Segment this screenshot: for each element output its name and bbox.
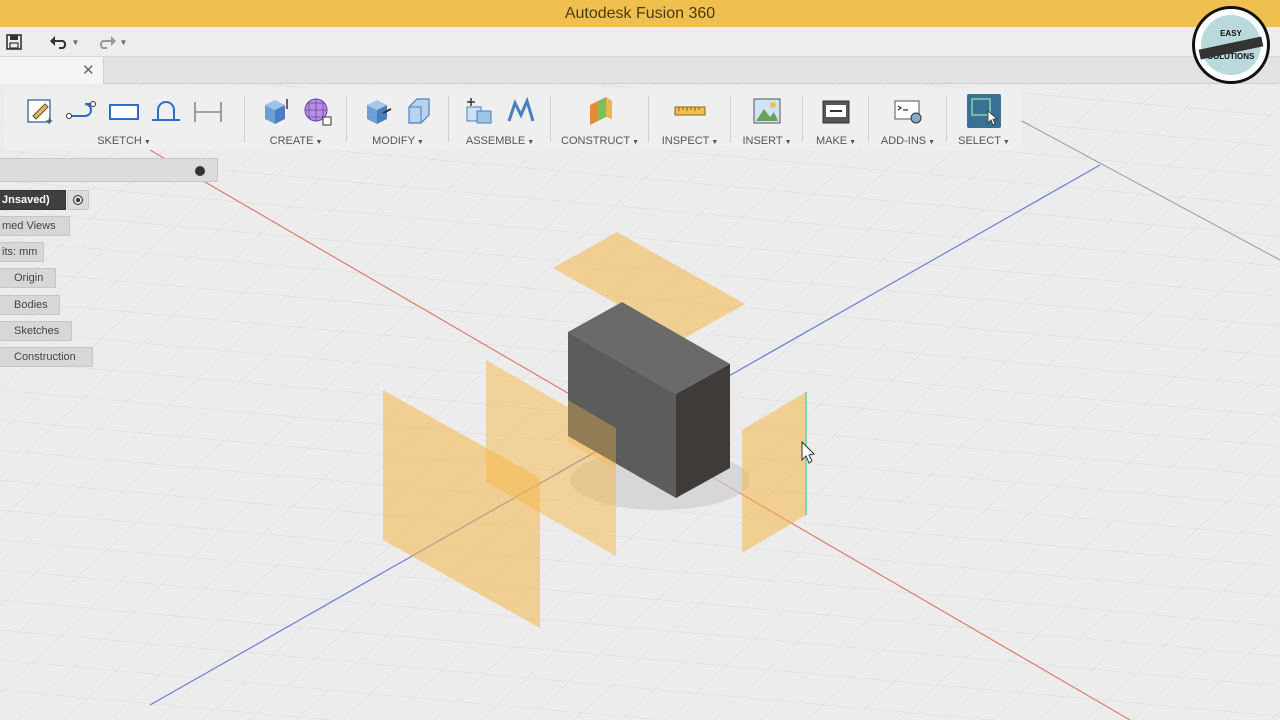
chevron-down-icon: ▼	[71, 37, 80, 47]
toolbar-label-create: CREATE ▼	[269, 135, 323, 147]
toolbar-separator	[648, 96, 649, 142]
box-icon[interactable]	[258, 94, 292, 128]
browser-item-bodies[interactable]: Bodies	[0, 295, 60, 315]
toolbar-label-select: SELECT ▼	[958, 135, 1010, 147]
insert-image-icon[interactable]	[750, 94, 784, 128]
pin-icon[interactable]	[195, 166, 205, 176]
logo-badge: EASY SOLUTIONS	[1198, 15, 1264, 75]
offset-plane-icon[interactable]	[583, 94, 617, 128]
browser-item-construction[interactable]: Construction	[0, 347, 93, 367]
svg-text:+: +	[45, 116, 53, 126]
undo-button[interactable]: ▼	[46, 31, 82, 53]
main-toolbar: + SKETCH ▼ CREATE ▼ MODIFY ▼ ASSEMBLE ▼ …	[4, 88, 1022, 150]
new-component-icon[interactable]	[462, 94, 496, 128]
toolbar-group-insert[interactable]: INSERT ▼	[734, 88, 800, 150]
browser-panel-header[interactable]	[0, 158, 218, 182]
toolbar-label-sketch: SKETCH ▼	[97, 135, 151, 147]
toolbar-group-create[interactable]: CREATE ▼	[248, 88, 344, 150]
toolbar-label-assemble: ASSEMBLE ▼	[465, 135, 535, 147]
toolbar-group-sketch[interactable]: + SKETCH ▼	[8, 88, 240, 150]
toolbar-group-assemble[interactable]: ASSEMBLE ▼	[452, 88, 548, 150]
joint-icon[interactable]	[504, 94, 538, 128]
undo-icon	[49, 36, 66, 49]
channel-logo: EASY SOLUTIONS	[1192, 6, 1270, 84]
toolbar-group-select[interactable]: SELECT ▼	[950, 88, 1018, 150]
toolbar-separator	[448, 96, 449, 142]
fillet-icon[interactable]	[402, 94, 436, 128]
chevron-down-icon: ▼	[119, 37, 128, 47]
browser-root-node[interactable]: Jnsaved)	[0, 190, 66, 210]
activate-radio-button[interactable]	[67, 190, 89, 210]
rectangle-icon[interactable]	[107, 94, 141, 128]
browser-item-origin[interactable]: Origin	[0, 268, 56, 288]
line-icon[interactable]	[65, 94, 99, 128]
document-tab[interactable]: ✕	[0, 57, 104, 84]
toolbar-group-inspect[interactable]: INSPECT ▼	[652, 88, 728, 150]
toolbar-label-construct: CONSTRUCT ▼	[561, 135, 639, 147]
radio-icon	[73, 195, 83, 205]
select-icon[interactable]	[967, 94, 1001, 128]
toolbar-separator	[946, 96, 947, 142]
toolbar-label-add-ins: ADD-INS ▼	[880, 135, 936, 147]
navigation-bar-edge	[0, 710, 1280, 720]
dimension-icon[interactable]	[191, 94, 225, 128]
quick-access-toolbar: ▼ ▼	[0, 27, 1280, 57]
toolbar-label-insert: INSERT ▼	[742, 135, 792, 147]
toolbar-group-construct[interactable]: CONSTRUCT ▼	[554, 88, 646, 150]
toolbar-separator	[868, 96, 869, 142]
browser-item-named-views[interactable]: med Views	[0, 216, 70, 236]
save-icon[interactable]	[4, 31, 24, 53]
toolbar-separator	[550, 96, 551, 142]
toolbar-separator	[244, 96, 245, 142]
toolbar-separator	[802, 96, 803, 142]
toolbar-label-make: MAKE ▼	[815, 135, 857, 147]
title-bar: Autodesk Fusion 360	[0, 0, 1280, 27]
document-tab-strip: ✕	[0, 57, 1280, 84]
form-icon[interactable]	[300, 94, 334, 128]
3d-print-icon[interactable]	[819, 94, 853, 128]
spline-icon[interactable]	[149, 94, 183, 128]
close-icon[interactable]: ✕	[82, 61, 95, 79]
browser-item-units[interactable]: its: mm	[0, 242, 44, 262]
measure-icon[interactable]	[673, 94, 707, 128]
redo-icon	[99, 36, 116, 49]
toolbar-group-make[interactable]: MAKE ▼	[806, 88, 866, 150]
toolbar-label-inspect: INSPECT ▼	[661, 135, 719, 147]
create-sketch-icon[interactable]: +	[23, 94, 57, 128]
browser-item-sketches[interactable]: Sketches	[0, 321, 72, 341]
logo-text-top: EASY	[1220, 29, 1242, 38]
toolbar-separator	[730, 96, 731, 142]
press-pull-icon[interactable]	[360, 94, 394, 128]
toolbar-group-modify[interactable]: MODIFY ▼	[350, 88, 446, 150]
toolbar-label-modify: MODIFY ▼	[372, 135, 424, 147]
toolbar-separator	[346, 96, 347, 142]
scripts-add-ins-icon[interactable]	[891, 94, 925, 128]
redo-button[interactable]: ▼	[94, 31, 130, 53]
window-title: Autodesk Fusion 360	[564, 4, 716, 22]
toolbar-group-add-ins[interactable]: ADD-INS ▼	[872, 88, 944, 150]
